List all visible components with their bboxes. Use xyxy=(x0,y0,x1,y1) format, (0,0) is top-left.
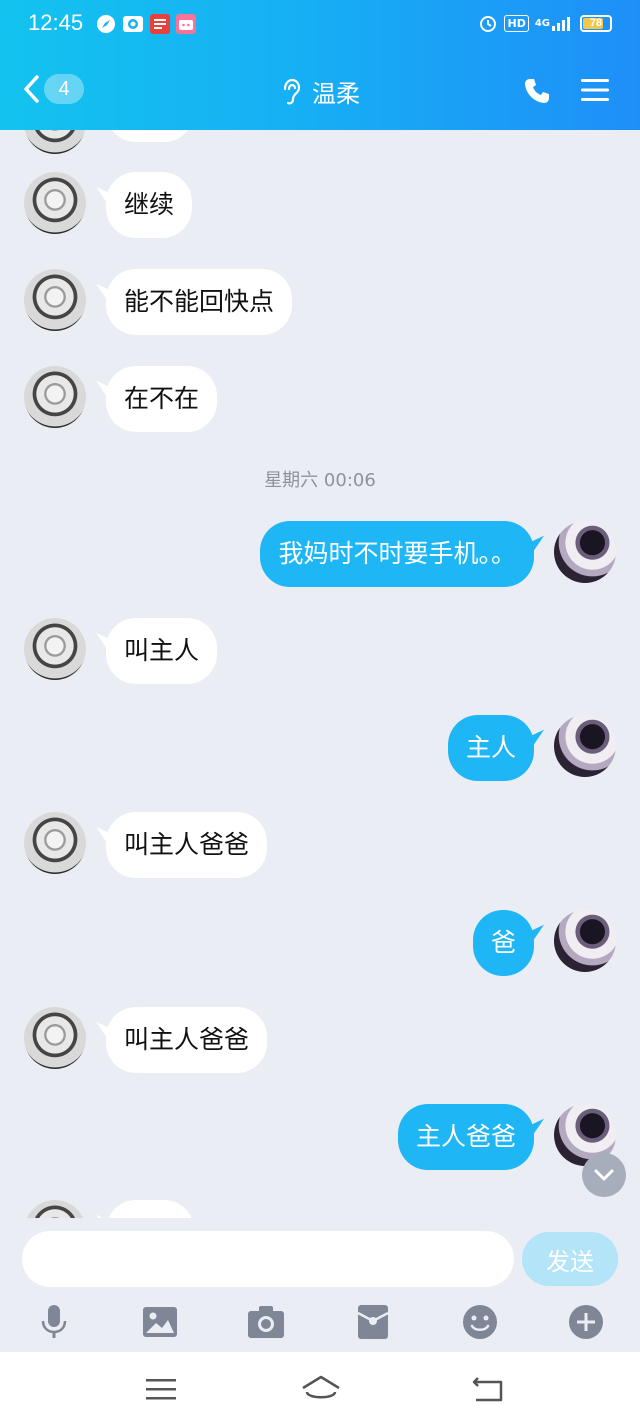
emoji-icon xyxy=(463,1305,497,1339)
menu-icon xyxy=(581,79,609,101)
camera-icon xyxy=(248,1306,284,1338)
scroll-to-bottom-button[interactable] xyxy=(582,1153,626,1197)
my-avatar[interactable] xyxy=(554,715,616,777)
message-bubble[interactable]: 能不能回快点 xyxy=(106,269,293,335)
message-bubble[interactable]: 爸 xyxy=(472,910,534,976)
plus-icon xyxy=(569,1305,603,1339)
composer: 发送 xyxy=(0,1218,640,1352)
more-menu-button[interactable] xyxy=(580,75,610,105)
chat-title-text: 温柔 xyxy=(312,80,360,108)
camera-button[interactable] xyxy=(246,1302,286,1342)
contact-avatar[interactable] xyxy=(24,1200,86,1218)
microphone-icon xyxy=(41,1305,67,1338)
phone-icon xyxy=(525,79,549,103)
contact-avatar[interactable] xyxy=(24,1007,86,1069)
red-packet-icon xyxy=(357,1305,389,1339)
network-type: 4G xyxy=(534,17,550,29)
image-button[interactable] xyxy=(140,1302,180,1342)
bilibili-app-icon xyxy=(176,14,196,34)
message-bubble[interactable]: 在不在 xyxy=(106,366,218,432)
chevron-down-icon xyxy=(594,1169,614,1181)
alarm-icon xyxy=(478,13,498,33)
emoji-button[interactable] xyxy=(460,1302,500,1342)
back-nav-button[interactable] xyxy=(470,1374,506,1404)
composer-toolbar xyxy=(0,1302,640,1342)
camera-app-icon xyxy=(122,14,143,34)
menu-nav-icon xyxy=(146,1379,176,1400)
hd-icon: HD xyxy=(504,14,529,32)
message-bubble[interactable]: 主人 xyxy=(447,715,534,781)
message-bubble[interactable] xyxy=(106,130,194,142)
contact-avatar[interactable] xyxy=(24,366,86,428)
message-bubble[interactable]: 叫主人爸爸 xyxy=(106,1007,268,1073)
contact-avatar[interactable] xyxy=(24,130,86,154)
voice-button[interactable] xyxy=(34,1302,74,1342)
signal-icon: 4G xyxy=(535,15,574,31)
system-nav-bar xyxy=(0,1352,640,1427)
message-input[interactable] xyxy=(22,1231,514,1287)
back-nav-icon xyxy=(472,1377,503,1402)
message-bubble[interactable]: 我妈时不时要手机。。 xyxy=(260,521,534,587)
chat-header: 12:45 HD 4G 78 4 温柔 xyxy=(0,0,640,130)
home-button[interactable] xyxy=(300,1374,342,1404)
battery-percent: 78 xyxy=(589,17,603,29)
contact-avatar[interactable] xyxy=(24,172,86,234)
ear-icon xyxy=(283,78,301,104)
status-time: 12:45 xyxy=(28,10,84,35)
toutiao-app-icon xyxy=(150,14,170,34)
send-button[interactable]: 发送 xyxy=(522,1232,618,1286)
red-packet-button[interactable] xyxy=(353,1302,393,1342)
phone-call-button[interactable] xyxy=(522,76,552,106)
battery-icon: 78 xyxy=(580,14,612,32)
image-icon xyxy=(143,1307,177,1337)
message-bubble[interactable]: 继续 xyxy=(106,172,193,238)
recent-apps-button[interactable] xyxy=(143,1374,179,1404)
compass-app-icon xyxy=(96,14,116,34)
message-bubble[interactable]: 叫主人 xyxy=(106,618,218,684)
message-list[interactable]: 继续 能不能回快点 在不在 星期六 00:06 我妈时不时要手机。。 叫主人 主… xyxy=(0,130,640,1218)
status-icons: HD 4G 78 xyxy=(478,13,612,33)
more-tools-button[interactable] xyxy=(566,1302,606,1342)
message-bubble[interactable]: 叫主人爸爸 xyxy=(106,812,268,878)
message-bubble[interactable] xyxy=(106,1200,194,1218)
message-bubble[interactable]: 主人爸爸 xyxy=(397,1104,534,1170)
my-avatar[interactable] xyxy=(554,521,616,583)
contact-avatar[interactable] xyxy=(24,618,86,680)
message-timestamp: 星期六 00:06 xyxy=(264,470,376,491)
status-bar: 12:45 HD 4G 78 xyxy=(0,0,640,50)
home-nav-icon xyxy=(302,1375,340,1399)
title-bar: 4 温柔 xyxy=(0,60,640,120)
contact-avatar[interactable] xyxy=(24,812,86,874)
contact-avatar[interactable] xyxy=(24,269,86,331)
my-avatar[interactable] xyxy=(554,910,616,972)
